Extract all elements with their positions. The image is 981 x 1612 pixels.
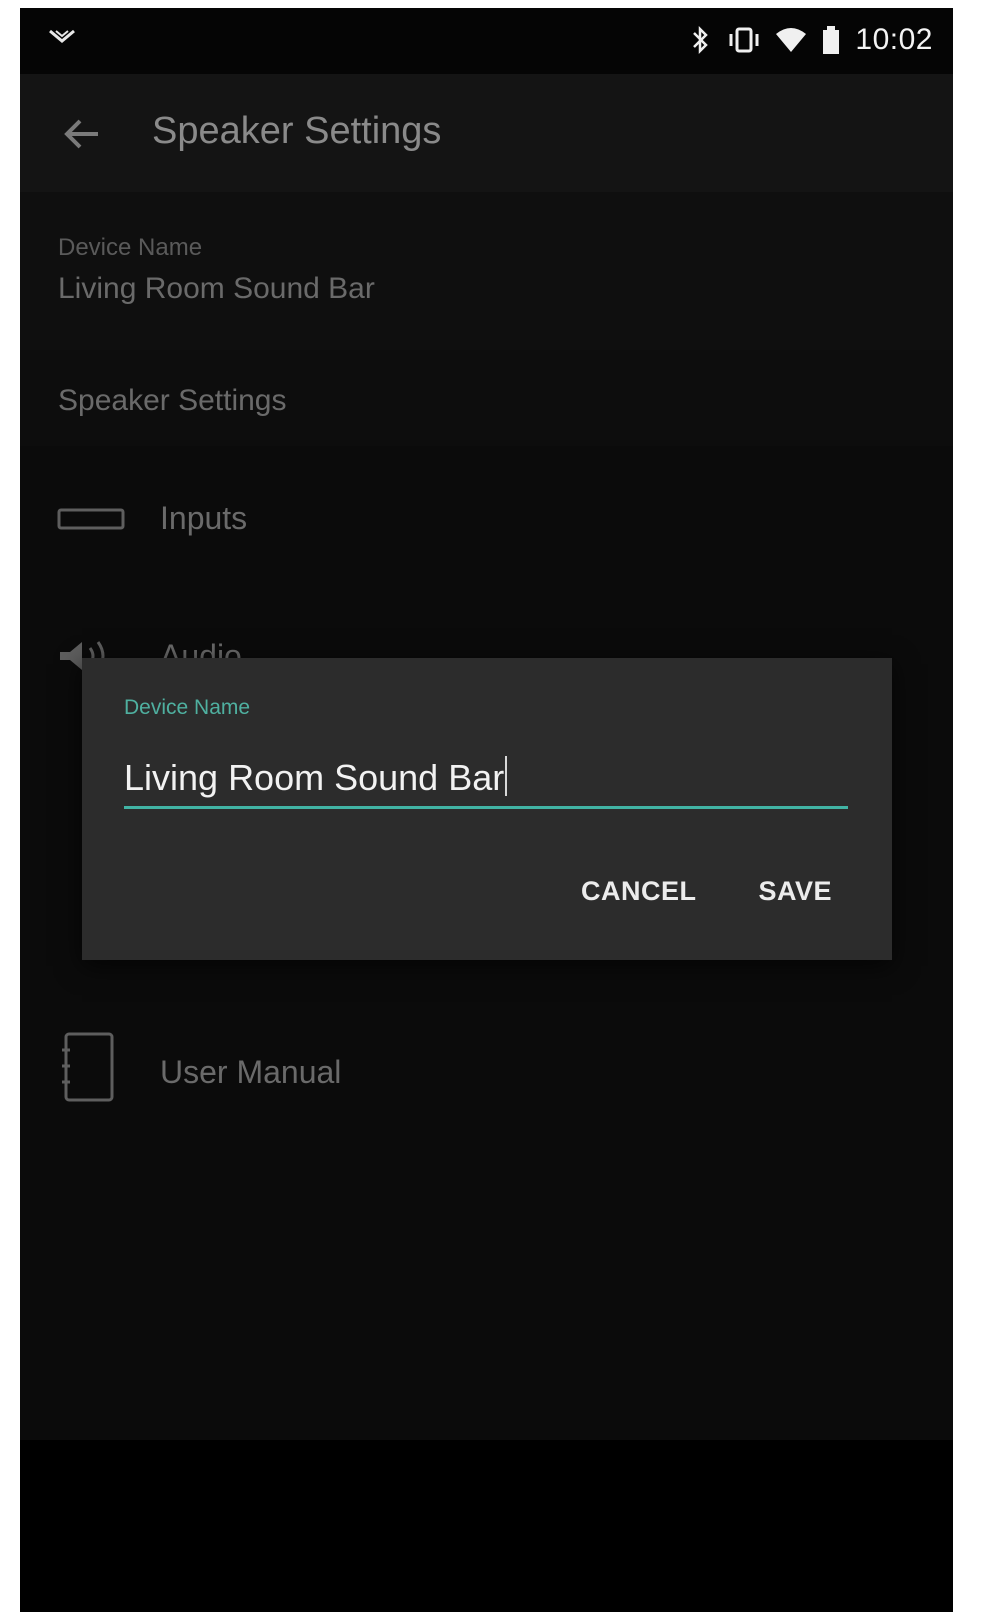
status-time: 10:02: [855, 23, 933, 56]
rename-dialog: Device Name Living Room Sound Bar CANCEL…: [82, 658, 892, 960]
list-item-inputs[interactable]: Inputs: [20, 470, 953, 566]
page-title: Speaker Settings: [152, 110, 442, 152]
device-name-row[interactable]: Device Name Living Room Sound Bar: [20, 192, 953, 350]
dialog-field-label: Device Name: [124, 696, 251, 719]
screen: 10:02 Speaker Settings Device Name Livin…: [20, 8, 953, 1440]
cancel-button[interactable]: CANCEL: [581, 876, 697, 907]
device-name-value: Living Room Sound Bar: [58, 272, 375, 305]
dialog-actions: CANCEL SAVE: [581, 876, 832, 907]
text-caret: [505, 756, 508, 796]
bluetooth-icon: [693, 25, 709, 55]
wifi-icon: [776, 28, 807, 52]
manual-icon: [62, 1032, 114, 1102]
notification-arrow-icon: [49, 29, 75, 43]
status-icons: 10:02: [687, 20, 933, 60]
device-name-label: Device Name: [58, 234, 203, 261]
input-icon: [57, 508, 125, 530]
phone-frame: 10:02 Speaker Settings Device Name Livin…: [20, 8, 953, 1612]
device-name-input-text: Living Room Sound Bar: [124, 756, 508, 799]
app-bar: Speaker Settings: [20, 74, 953, 192]
status-bar: 10:02: [20, 8, 953, 74]
list-item-label: User Manual: [160, 1054, 342, 1090]
section-title: Speaker Settings: [58, 384, 287, 417]
save-button[interactable]: SAVE: [758, 876, 832, 907]
list-item-user-manual[interactable]: User Manual: [20, 1018, 953, 1114]
back-arrow-icon[interactable]: [62, 116, 102, 152]
vibrate-icon: [729, 27, 759, 53]
battery-icon: [823, 26, 840, 54]
section-header: Speaker Settings: [20, 350, 953, 446]
list-item-label: Inputs: [160, 500, 248, 536]
input-value: Living Room Sound Bar: [124, 757, 505, 798]
bottom-blank-area: [20, 1440, 953, 1612]
